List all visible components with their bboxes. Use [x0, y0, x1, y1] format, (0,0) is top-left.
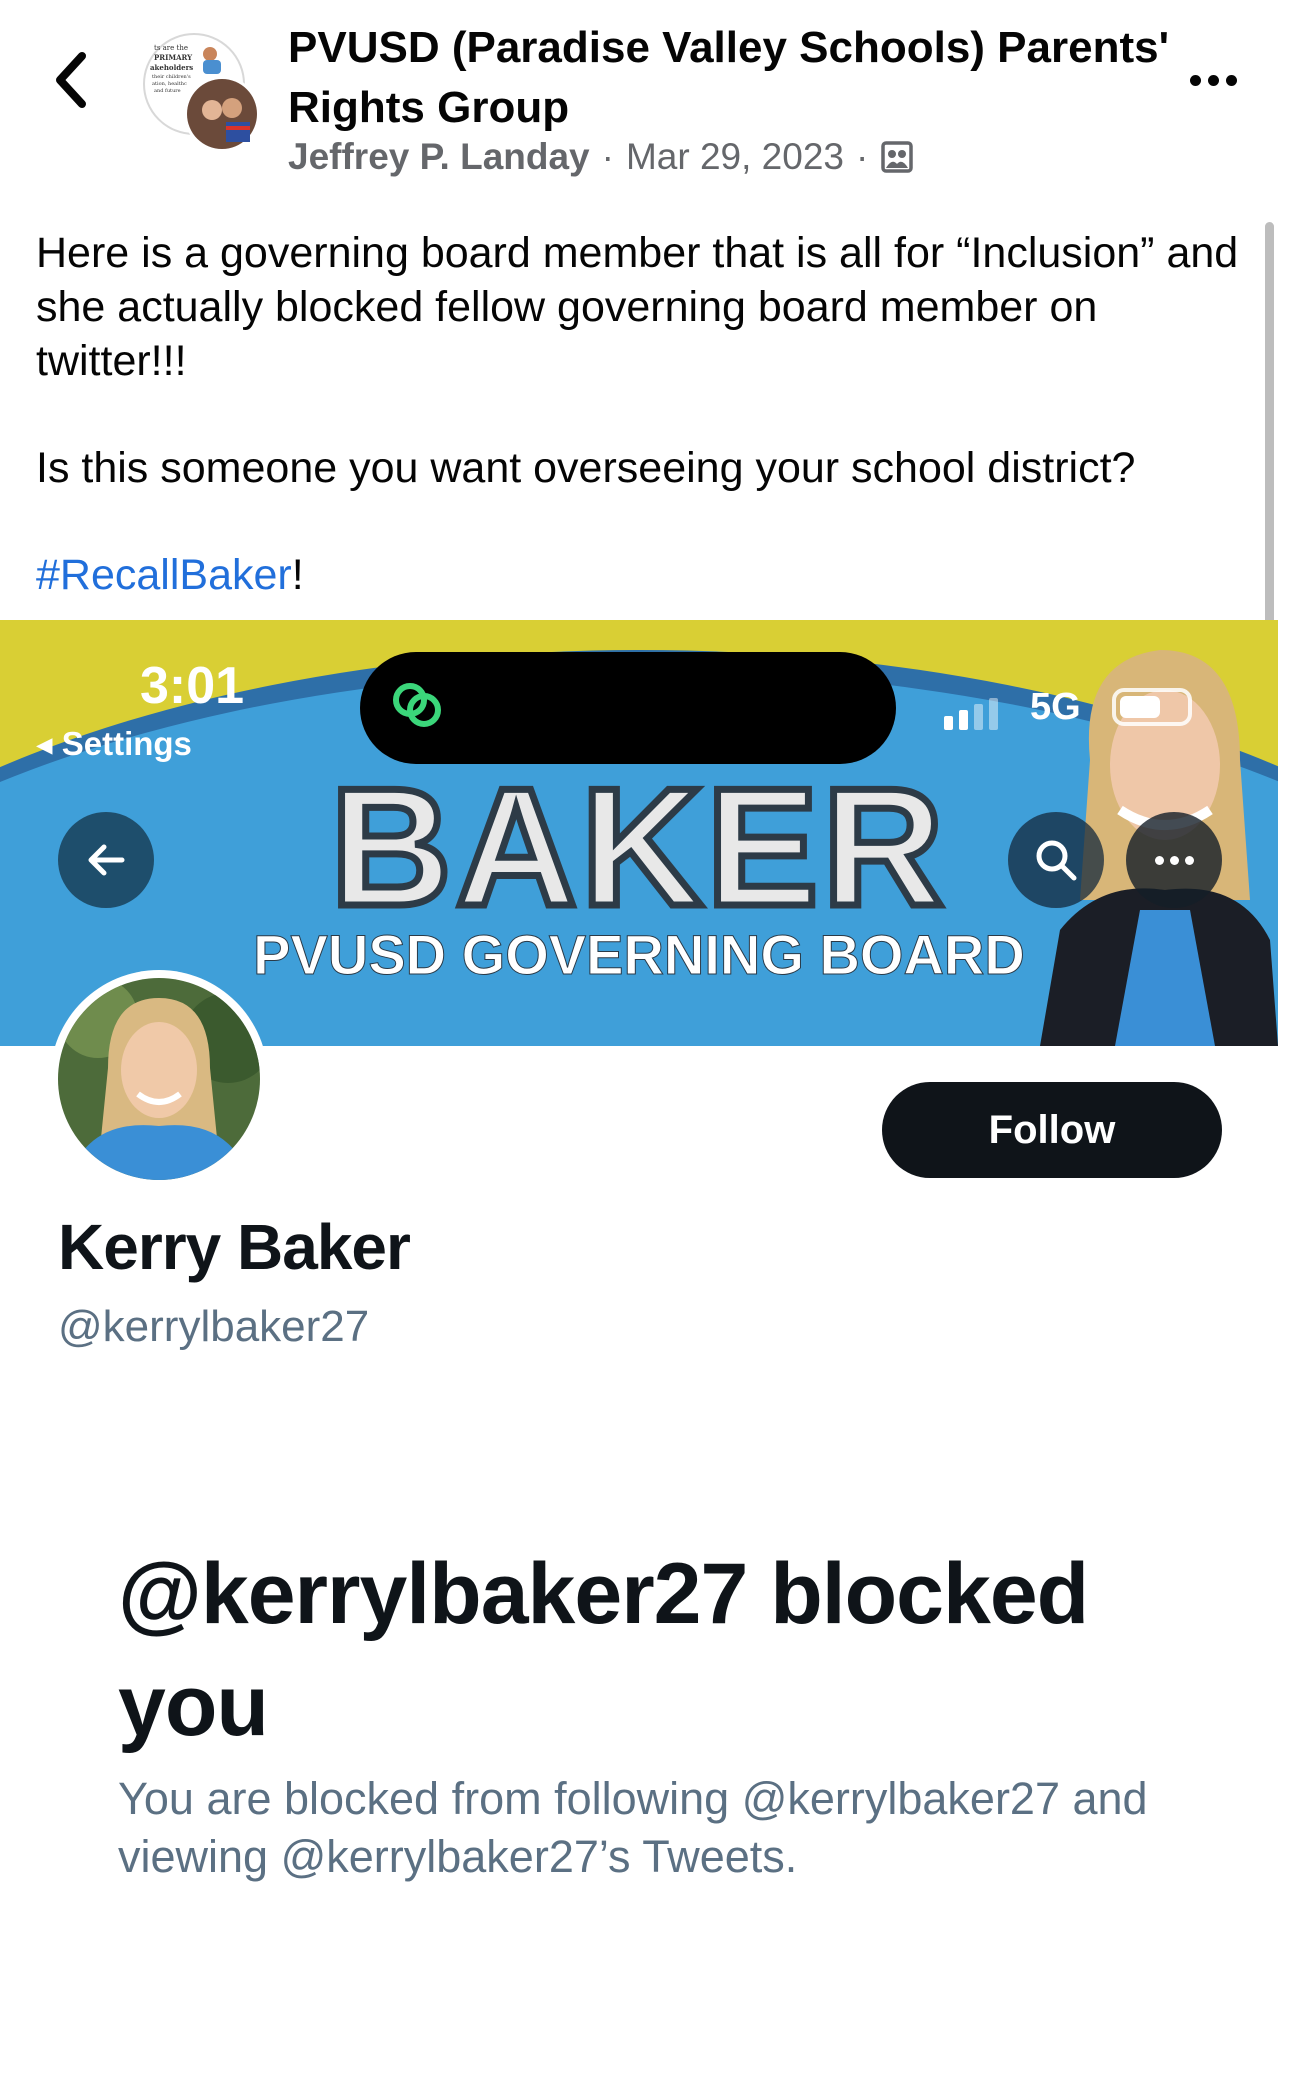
more-horizontal-icon — [1154, 855, 1194, 865]
profile-display-name: Kerry Baker — [58, 1211, 411, 1283]
follow-button[interactable]: Follow — [882, 1082, 1222, 1178]
avatar[interactable] — [58, 978, 260, 1180]
meta-separator: · — [856, 136, 869, 177]
svg-text:akeholders: akeholders — [150, 63, 193, 72]
svg-text:ation, healthc: ation, healthc — [152, 81, 187, 87]
post-body: Here is a governing board member that is… — [36, 226, 1256, 602]
search-icon — [1036, 840, 1077, 881]
author-name[interactable]: Jeffrey P. Landay — [288, 136, 590, 178]
blocked-title: @kerrylbaker27 blocked you — [118, 1546, 1089, 1754]
profile-handle: @kerrylbaker27 — [58, 1302, 370, 1351]
linked-rings-icon — [393, 683, 441, 727]
svg-text:their children's: their children's — [152, 74, 191, 80]
settings-back-link[interactable]: ◂ Settings — [36, 724, 192, 763]
more-horizontal-icon — [1189, 74, 1237, 86]
arrow-left-icon — [88, 844, 125, 876]
meta-separator: · — [601, 136, 614, 177]
post-date[interactable]: Mar 29, 2023 — [626, 136, 844, 178]
post-text-paragraph: Is this someone you want overseeing your… — [36, 444, 1136, 492]
post-text-paragraph: Here is a governing board member that is… — [36, 229, 1239, 385]
network-type: 5G — [1030, 686, 1081, 728]
group-name[interactable]: PVUSD (Paradise Valley Schools) Parents'… — [288, 18, 1188, 138]
profile-more-button[interactable] — [1126, 812, 1222, 908]
svg-text:and future: and future — [154, 88, 181, 94]
signal-icon — [944, 698, 998, 730]
group-avatar[interactable]: ts are the PRIMARY akeholders their chil… — [140, 32, 262, 154]
post-image[interactable]: BAKER PVUSD GOVERNING BOARD 3:01 ◂ Setti… — [0, 620, 1278, 2097]
profile-search-button[interactable] — [1008, 812, 1104, 908]
post-text-paragraph: #RecallBaker! — [36, 551, 304, 599]
more-options-button[interactable] — [1178, 60, 1248, 100]
profile-back-button[interactable] — [58, 812, 154, 908]
back-button[interactable] — [40, 44, 100, 116]
svg-text:ts are the: ts are the — [154, 44, 188, 52]
hashtag-link[interactable]: #RecallBaker — [36, 551, 292, 599]
post-meta: Jeffrey P. Landay · Mar 29, 2023 · — [288, 136, 914, 178]
blocked-description: You are blocked from following @kerrylba… — [118, 1773, 1148, 1882]
battery-level — [1120, 696, 1160, 718]
svg-text:PRIMARY: PRIMARY — [154, 53, 193, 62]
status-time: 3:01 — [140, 657, 245, 715]
chevron-left-icon — [56, 52, 86, 108]
members-only-group-icon — [881, 141, 914, 173]
